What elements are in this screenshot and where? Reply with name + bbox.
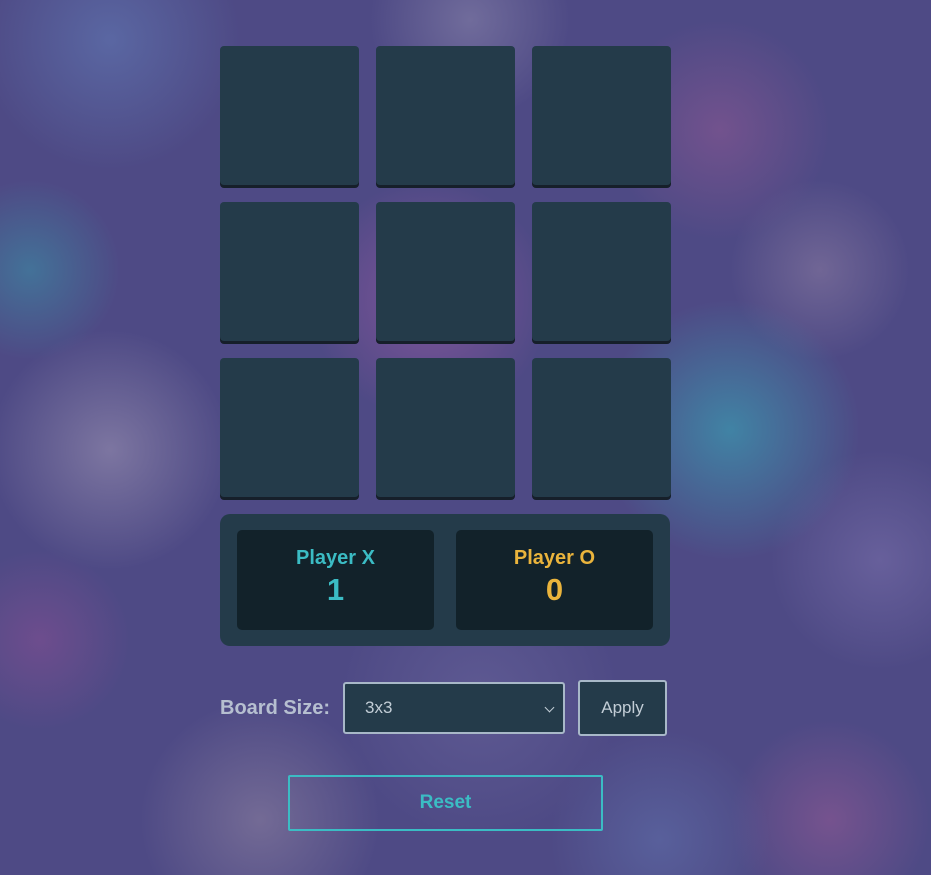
board-cell[interactable] bbox=[220, 46, 359, 185]
board-cell[interactable] bbox=[220, 358, 359, 497]
game-container: Player X 1 Player O 0 Board Size: 3x3 Ap… bbox=[220, 46, 671, 736]
board-size-label: Board Size: bbox=[220, 696, 331, 719]
board-cell[interactable] bbox=[532, 202, 671, 341]
board-cell[interactable] bbox=[376, 358, 515, 497]
player-o-score-card: Player O 0 bbox=[456, 530, 653, 630]
board-cell[interactable] bbox=[532, 358, 671, 497]
board-size-row: Board Size: 3x3 Apply bbox=[220, 680, 670, 736]
apply-button[interactable]: Apply bbox=[578, 680, 667, 736]
board-cell[interactable] bbox=[376, 202, 515, 341]
player-x-name: Player X bbox=[296, 547, 375, 569]
player-x-score-card: Player X 1 bbox=[237, 530, 434, 630]
board-size-select[interactable]: 3x3 bbox=[343, 682, 565, 734]
board-cell[interactable] bbox=[532, 46, 671, 185]
board-cell[interactable] bbox=[376, 46, 515, 185]
board-cell[interactable] bbox=[220, 202, 359, 341]
scoreboard: Player X 1 Player O 0 bbox=[220, 514, 670, 646]
player-o-score: 0 bbox=[545, 572, 564, 607]
player-o-name: Player O bbox=[513, 547, 596, 569]
game-board bbox=[220, 46, 671, 497]
reset-button[interactable]: Reset bbox=[288, 775, 603, 831]
chevron-down-icon bbox=[544, 702, 555, 713]
board-size-value: 3x3 bbox=[365, 698, 393, 717]
player-x-score: 1 bbox=[326, 572, 345, 607]
